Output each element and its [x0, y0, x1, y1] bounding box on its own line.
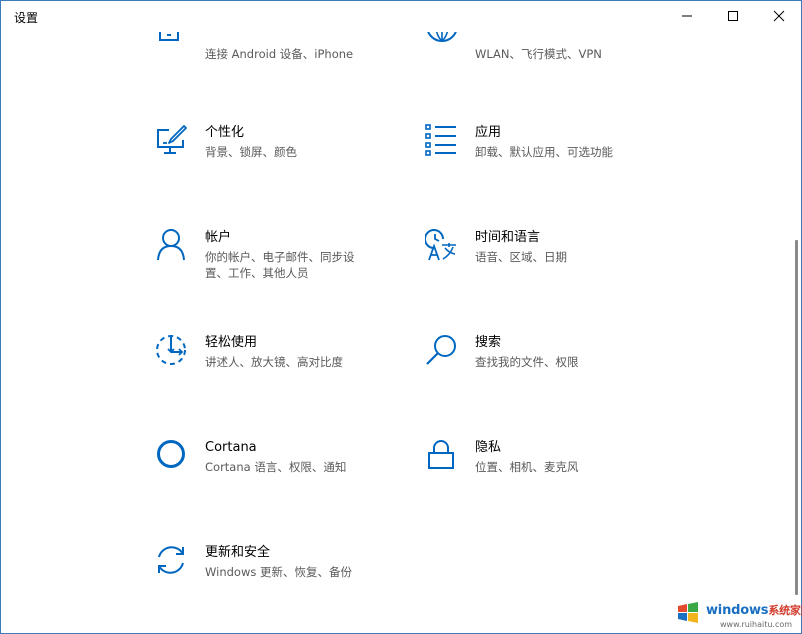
scrollbar-thumb[interactable]: [795, 240, 798, 595]
watermark-url: www.ruihaitu.com: [720, 620, 793, 629]
time-language-icon: [425, 229, 459, 263]
window-title: 设置: [14, 11, 39, 25]
tile-title: 隐私: [475, 440, 502, 455]
person-icon: [155, 229, 189, 263]
tile-accounts[interactable]: 帐户 你的帐户、电子邮件、同步设 置、工作、其他人员: [155, 229, 415, 309]
tile-description: 你的帐户、电子邮件、同步设 置、工作、其他人员: [205, 250, 355, 280]
tile-description: WLAN、飞行模式、VPN: [475, 47, 602, 61]
title-bar[interactable]: 设置: [0, 0, 802, 32]
tile-apps[interactable]: 应用 卸载、默认应用、可选功能: [425, 124, 685, 204]
personalization-icon: [155, 124, 189, 158]
sync-icon: [155, 544, 189, 578]
maximize-button[interactable]: [710, 0, 756, 32]
tile-privacy[interactable]: 隐私 位置、相机、麦克风: [425, 439, 685, 519]
tile-title: 应用: [475, 125, 502, 140]
site-watermark: windows系统家园 www.ruihaitu.com: [668, 598, 802, 632]
apps-list-icon: [425, 124, 459, 158]
tile-description: 背景、锁屏、颜色: [205, 145, 297, 159]
tile-personalization[interactable]: 个性化 背景、锁屏、颜色: [155, 124, 415, 204]
tile-description: Windows 更新、恢复、备份: [205, 565, 352, 579]
tile-search[interactable]: 搜索 查找我的文件、权限: [425, 334, 685, 414]
ease-of-access-icon: [155, 334, 189, 368]
tile-title: Cortana: [205, 440, 257, 455]
tile-title: 个性化: [205, 125, 245, 140]
tile-description: 查找我的文件、权限: [475, 355, 579, 369]
tile-description: 讲述人、放大镜、高对比度: [205, 355, 343, 369]
tile-description: 语音、区域、日期: [475, 250, 567, 264]
tile-description: 卸载、默认应用、可选功能: [475, 145, 613, 159]
tile-cortana[interactable]: Cortana Cortana 语言、权限、通知: [155, 439, 415, 519]
lock-icon: [425, 439, 459, 473]
tile-title: 更新和安全: [205, 545, 271, 560]
tile-title: 时间和语言: [475, 230, 541, 245]
tile-ease-of-access[interactable]: 轻松使用 讲述人、放大镜、高对比度: [155, 334, 415, 414]
settings-content: 连接 Android 设备、iPhone WLAN、飞行模式、VPN 个性化 背…: [0, 0, 802, 634]
tile-description: 位置、相机、麦克风: [475, 460, 579, 474]
tile-description: Cortana 语言、权限、通知: [205, 460, 347, 474]
tile-title: 轻松使用: [205, 335, 258, 350]
minimize-icon: [682, 15, 692, 17]
cortana-icon: [155, 439, 189, 473]
minimize-button[interactable]: [664, 0, 710, 32]
tile-update-security[interactable]: 更新和安全 Windows 更新、恢复、备份: [155, 544, 415, 624]
maximize-icon: [728, 11, 738, 21]
tile-time-language[interactable]: 时间和语言 语音、区域、日期: [425, 229, 685, 309]
tile-network[interactable]: WLAN、飞行模式、VPN: [425, 22, 685, 106]
watermark-brand: windows系统家园: [706, 603, 802, 618]
tile-description: 连接 Android 设备、iPhone: [205, 47, 354, 61]
close-button[interactable]: [756, 0, 802, 32]
close-icon: [773, 10, 785, 22]
tile-title: 搜索: [475, 335, 502, 350]
search-icon: [425, 334, 459, 368]
windows-logo-icon: [676, 602, 702, 624]
tile-phone[interactable]: 连接 Android 设备、iPhone: [155, 22, 415, 106]
tile-title: 帐户: [205, 230, 232, 245]
